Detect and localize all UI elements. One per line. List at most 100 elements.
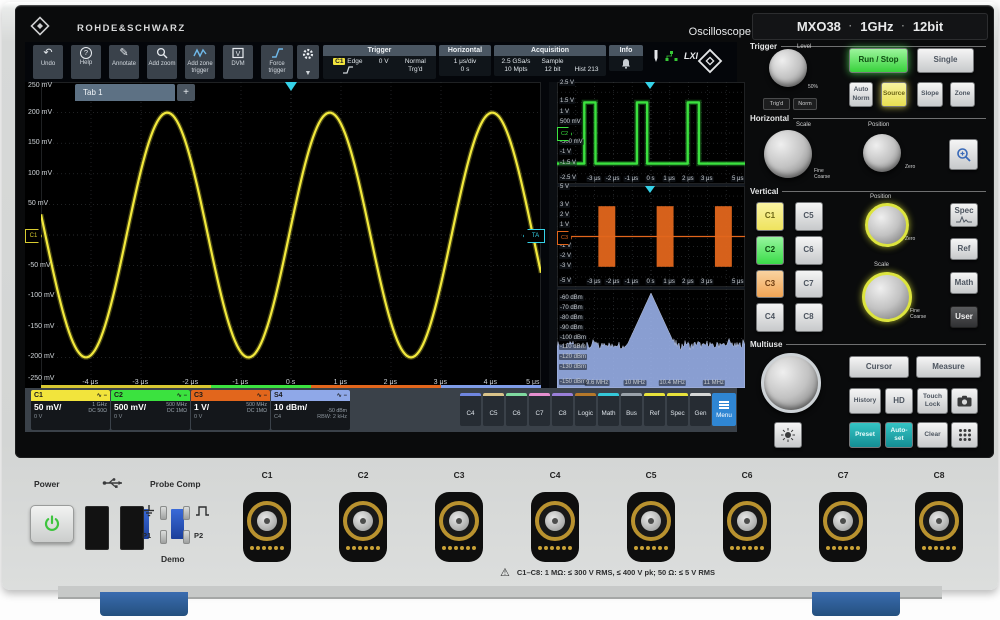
keypad-button[interactable] [951,422,978,448]
screenshot-button[interactable] [951,388,978,414]
channel-button[interactable]: C7 [795,270,823,299]
resource-button[interactable]: Logic [575,393,596,426]
base-strip [58,586,942,599]
clear-button[interactable]: Clear [917,422,948,448]
resource-button[interactable]: Bus [621,393,642,426]
hd-button[interactable]: HD [885,388,913,414]
acquisition-status-group[interactable]: Acquisition 2.5 GSa/s10 Mpts Sample12 bi… [494,45,606,76]
zoom-button[interactable] [949,139,978,170]
horizontal-position-label: Position [868,122,889,128]
channel-button[interactable]: C6 [795,236,823,265]
resource-button[interactable]: C4 [460,393,481,426]
menu-button[interactable]: Menu [712,393,736,426]
trigger-state: Trg'd [408,66,422,73]
help-button[interactable]: ?Help [71,45,101,79]
axis-label: 0 s [645,176,655,182]
horizontal-status-group[interactable]: Horizontal 1 μs/div0 s [439,45,491,76]
trigger-position-marker[interactable] [285,82,297,91]
resource-button[interactable]: Ref [644,393,665,426]
trigger-level-label: Level [797,44,811,50]
intensity-button[interactable] [774,422,802,448]
add-zoom-button[interactable]: Add zoom [147,45,177,79]
warning-icon: ⚠ [500,566,510,579]
touch-lock-button[interactable]: Touch Lock [917,388,948,414]
horizontal-scale-label: Scale [796,122,811,128]
c2-panel[interactable]: 2.5 V1.5 V1 V500 mV-500 mV-1 V-1.5 V-2.5… [557,82,745,186]
keypad-icon [958,428,972,442]
run-stop-button[interactable]: Run / Stop [849,48,908,73]
channel-badge[interactable]: C3∿ − 1 V/500 MHzDC 1MΩ 0 V [191,390,270,430]
resource-button[interactable]: C6 [506,393,527,426]
channel-button[interactable]: C3 [756,270,784,299]
spec-button[interactable]: Spec [950,203,978,227]
channel-button[interactable]: C4 [756,303,784,332]
add-tab-button[interactable]: + [177,84,195,101]
slope-button[interactable]: Slope [917,82,943,107]
axis-label: 2 μs [681,279,694,285]
preset-button[interactable]: Preset [849,422,881,448]
resource-button[interactable]: Gen [690,393,711,426]
channel-badge[interactable]: C1∿ − 50 mV/1 GHzDC 50Ω 0 V [31,390,110,430]
trigger-mode: Normal [405,58,426,65]
multiuse-knob[interactable] [761,353,821,413]
channel-badge[interactable]: S4∿ − 10 dBm/-50 dBm C4RBW: 2 kHz [271,390,350,430]
resource-button[interactable]: C5 [483,393,504,426]
tab-1[interactable]: Tab 1 [75,84,175,101]
brand-name: ROHDE&SCHWARZ [77,23,186,34]
measure-button[interactable]: Measure [916,356,981,378]
annotate-button[interactable]: ✎Annotate [109,45,139,79]
channel-button[interactable]: C1 [756,202,784,231]
bnc-connector-c8 [915,492,963,562]
vertical-channel-buttons: C1 C2 C3 C4 C5 C6 C7 C8 [756,202,824,332]
edge-slope-icon [343,66,353,74]
resource-button[interactable]: Math [598,393,619,426]
history-button[interactable]: History [849,388,881,414]
vertical-position-knob[interactable] [865,203,909,247]
channel-button[interactable]: C8 [795,303,823,332]
vertical-fine-coarse-label: FineCoarse [910,308,926,320]
bnc-label: C5 [646,470,657,480]
trigger-level-knob[interactable] [769,49,807,87]
channel-button[interactable]: C2 [756,236,784,265]
trigger-level: 0 V [379,58,389,77]
channel-button[interactable]: C5 [795,202,823,231]
horizontal-position-knob[interactable] [863,134,901,172]
trigger-status-group[interactable]: Trigger C1 Edge 0 V NormalTrg'd [323,45,436,79]
resource-button[interactable]: Spec [667,393,688,426]
demo-label: Demo [161,554,185,564]
signal-bar: C1∿ − 50 mV/1 GHzDC 50Ω 0 V C2∿ − 500 mV… [25,388,737,432]
force-trigger-button[interactable]: Force trigger [261,45,293,79]
display-settings-button[interactable]: ▼ [297,45,319,79]
single-button[interactable]: Single [917,48,974,73]
vertical-scale-knob[interactable] [862,272,912,322]
camera-icon [957,395,972,407]
s4-spectrum-panel[interactable]: -60 dBm-70 dBm-80 dBm-90 dBm-100 dBm-110… [557,289,745,388]
axis-label: -2 μs [605,176,620,182]
resource-button[interactable]: C7 [529,393,550,426]
slope-icon [271,47,284,60]
lan-status-icon [665,51,678,62]
bnc-connector-c2 [339,492,387,562]
bit-depth: 12 bit [545,66,561,73]
source-button[interactable]: Source [881,82,907,107]
user-button[interactable]: User [950,306,978,328]
cursor-button[interactable]: Cursor [849,356,909,378]
channel-badge[interactable]: C2∿ − 500 mV/500 MHzDC 1MΩ 0 V [111,390,190,430]
c3-panel[interactable]: 5 V3 V2 V1 V-1 V-2 V-3 V-5 V -3 μs-2 μs-… [557,186,745,289]
resource-button[interactable]: C8 [552,393,573,426]
auto-norm-button[interactable]: Auto Norm [849,82,873,107]
main-waveform-area[interactable]: 250 mV200 mV150 mV100 mV50 mV-50 mV-100 … [25,82,541,388]
math-button[interactable]: Math [950,272,978,294]
bnc-label: C8 [934,470,945,480]
undo-button[interactable]: ↶Undo [33,45,63,79]
autoset-button[interactable]: Auto- set [885,422,913,448]
zone-button[interactable]: Zone [950,82,975,107]
power-button[interactable] [30,505,74,543]
add-zone-trigger-button[interactable]: Add zone trigger [185,45,215,79]
ref-button[interactable]: Ref [950,238,978,260]
info-status-group[interactable]: Info [609,45,643,71]
probe-comp-pin [160,506,167,520]
bnc-label: C2 [358,470,369,480]
horizontal-scale-knob[interactable] [764,130,812,178]
dvm-button[interactable]: VDVM [223,45,253,79]
